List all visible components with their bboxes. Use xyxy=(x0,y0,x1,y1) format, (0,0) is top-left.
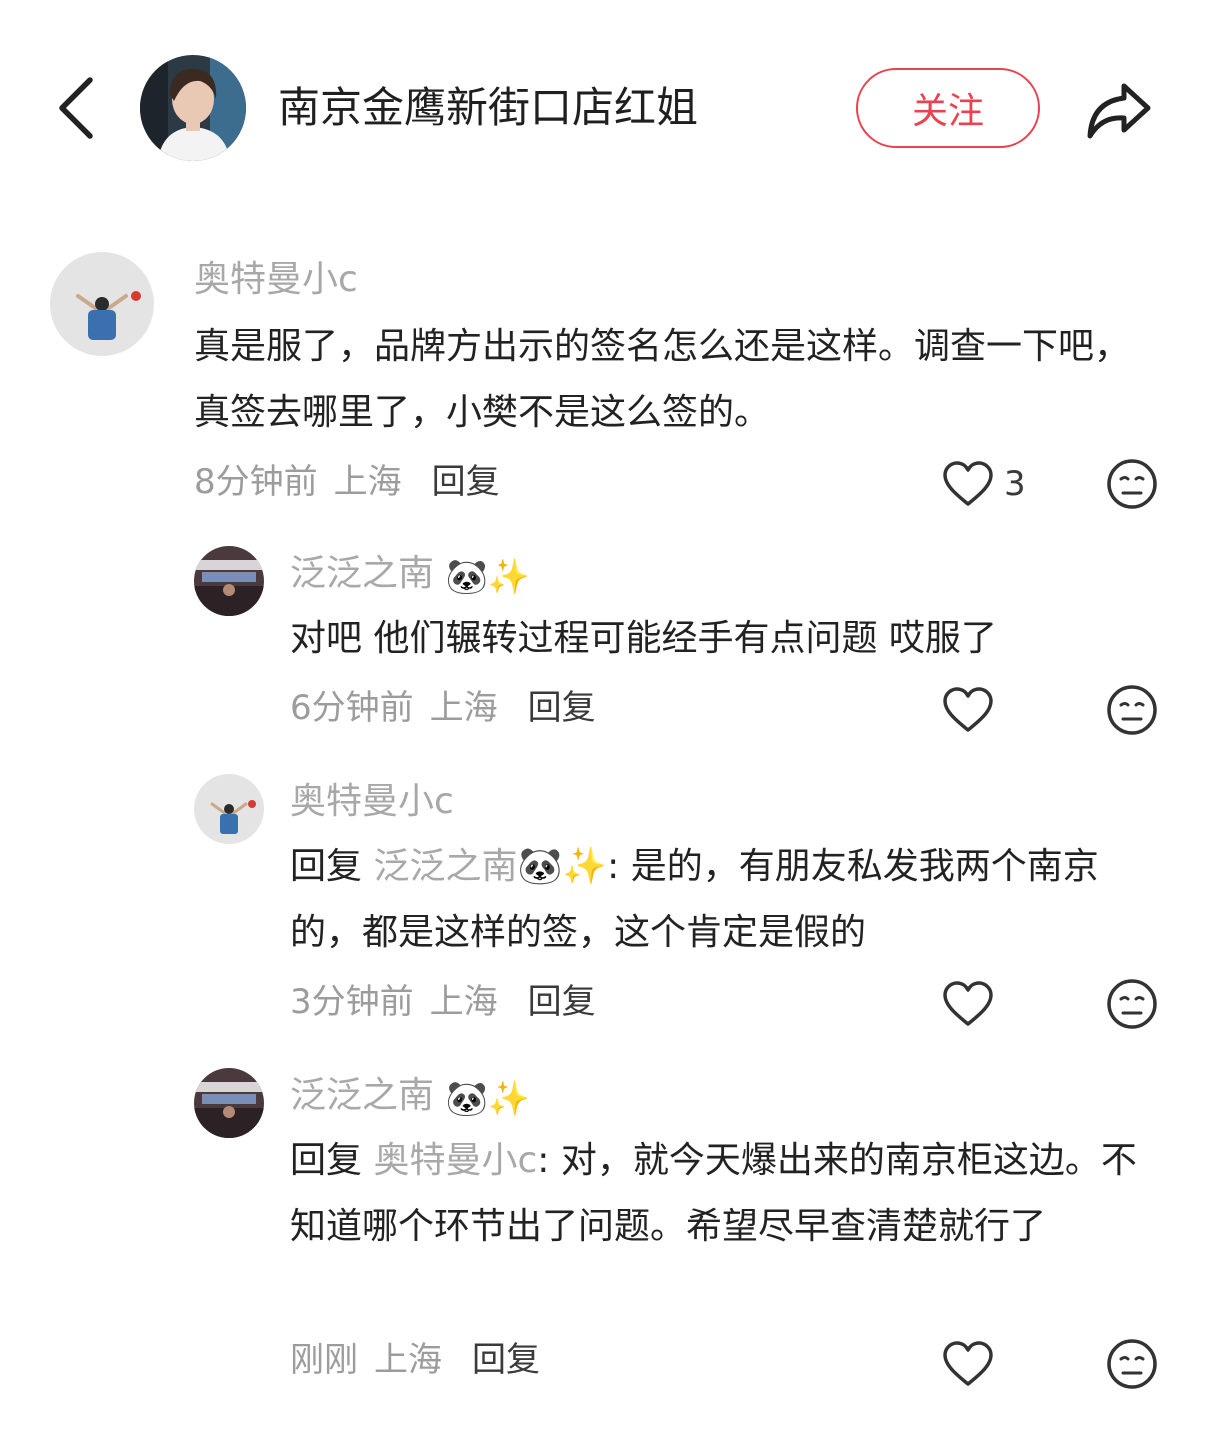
avatar-image xyxy=(50,252,154,356)
comment-time: 3分钟前 xyxy=(290,982,414,1022)
comment-location: 上海 xyxy=(429,982,498,1022)
comment-time: 8分钟前 xyxy=(194,462,318,502)
back-button[interactable] xyxy=(48,70,104,146)
reply-item: 泛泛之南 🐼✨ 对吧 他们辗转过程可能经手有点问题 哎服了 6分钟前 上海 回复 xyxy=(0,540,1206,750)
comment-author[interactable]: 泛泛之南 🐼✨ xyxy=(290,550,530,601)
comment-author[interactable]: 泛泛之南 🐼✨ xyxy=(290,1072,530,1123)
top-bar: 南京金鹰新街口店红姐 关注 xyxy=(0,0,1206,200)
panda-sparkles-emoji: 🐼✨ xyxy=(445,557,531,597)
comment-time: 6分钟前 xyxy=(290,688,414,728)
comment-text: 回复 奥特曼小c: 对，就今天爆出来的南京柜这边。不知道哪个环节出了问题。希望尽… xyxy=(290,1140,1137,1247)
panda-sparkles-emoji: 🐼✨ xyxy=(517,846,608,887)
comment-meta: 8分钟前 上海 回复 xyxy=(194,458,500,506)
reply-item: 奥特曼小c 回复 泛泛之南🐼✨: 是的，有朋友私发我两个南京的，都是这样的签，这… xyxy=(0,770,1206,1040)
avatar-image xyxy=(194,546,264,616)
heart-icon xyxy=(943,1341,993,1386)
panda-sparkles-emoji: 🐼✨ xyxy=(445,1079,531,1119)
comment-text: 真是服了，品牌方出示的签名怎么还是这样。调查一下吧，真签去哪里了，小樊不是这么签… xyxy=(194,326,1131,433)
share-arrow-icon xyxy=(1087,83,1151,139)
avatar-image xyxy=(194,1068,264,1138)
like-button[interactable] xyxy=(938,1334,998,1394)
comment-time: 刚刚 xyxy=(290,1340,358,1380)
comment-item: 奥特曼小c 真是服了，品牌方出示的签名怎么还是这样。调查一下吧，真签去哪里了，小… xyxy=(0,240,1206,520)
comment-text: 对吧 他们辗转过程可能经手有点问题 哎服了 xyxy=(290,618,997,659)
chevron-left-icon xyxy=(59,77,93,139)
page-title: 南京金鹰新街口店红姐 xyxy=(278,83,699,132)
like-button[interactable] xyxy=(938,680,998,740)
like-count: 3 xyxy=(1004,464,1026,504)
comment-text: 回复 泛泛之南🐼✨: 是的，有朋友私发我两个南京的，都是这样的签，这个肯定是假的 xyxy=(290,846,1099,953)
avatar[interactable] xyxy=(194,546,264,616)
like-button[interactable] xyxy=(938,974,998,1034)
heart-icon xyxy=(943,981,993,1026)
avatar[interactable] xyxy=(194,1068,264,1138)
meh-face-icon xyxy=(1107,979,1157,1029)
like-button[interactable] xyxy=(938,454,998,514)
reply-button[interactable]: 回复 xyxy=(472,1340,540,1380)
heart-icon xyxy=(943,461,993,506)
mention-link[interactable]: 奥特曼小c xyxy=(373,1140,537,1181)
comment-location: 上海 xyxy=(333,462,402,502)
comment-location: 上海 xyxy=(429,688,498,728)
comment-meta: 3分钟前 上海 回复 xyxy=(290,978,596,1026)
reply-prefix: 回复 xyxy=(290,1140,363,1181)
comment-author[interactable]: 奥特曼小c xyxy=(194,256,358,304)
mention-link[interactable]: 泛泛之南🐼✨ xyxy=(373,846,607,887)
avatar-portrait-image xyxy=(140,55,246,161)
store-avatar[interactable] xyxy=(140,55,246,161)
avatar-image xyxy=(194,774,264,844)
reply-button[interactable]: 回复 xyxy=(528,982,596,1022)
comment-meta: 6分钟前 上海 回复 xyxy=(290,684,596,732)
dislike-button[interactable] xyxy=(1104,1336,1160,1392)
dislike-button[interactable] xyxy=(1104,456,1160,512)
reply-button[interactable]: 回复 xyxy=(528,688,596,728)
follow-button[interactable]: 关注 xyxy=(856,68,1040,148)
dislike-button[interactable] xyxy=(1104,682,1160,738)
comment-location: 上海 xyxy=(374,1340,442,1380)
avatar[interactable] xyxy=(194,774,264,844)
heart-icon xyxy=(943,687,993,732)
comment-meta: 刚刚 上海 回复 xyxy=(290,1336,540,1384)
reply-prefix: 回复 xyxy=(290,846,363,887)
meh-face-icon xyxy=(1107,685,1157,735)
comment-author[interactable]: 奥特曼小c xyxy=(290,778,454,826)
share-button[interactable] xyxy=(1080,72,1156,148)
reply-item: 泛泛之南 🐼✨ 回复 奥特曼小c: 对，就今天爆出来的南京柜这边。不知道哪个环节… xyxy=(0,1064,1206,1404)
meh-face-icon xyxy=(1107,459,1157,509)
meh-face-icon xyxy=(1107,1339,1157,1389)
avatar[interactable] xyxy=(50,252,154,356)
dislike-button[interactable] xyxy=(1104,976,1160,1032)
reply-button[interactable]: 回复 xyxy=(432,462,500,502)
